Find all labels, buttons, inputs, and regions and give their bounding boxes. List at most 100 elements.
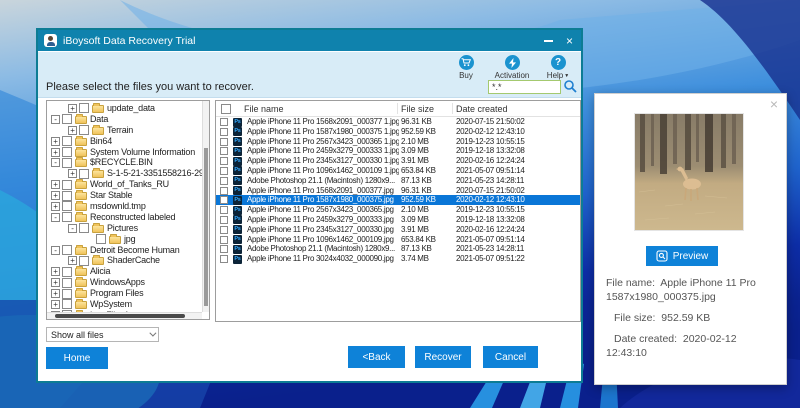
tree-item[interactable]: +World_of_Tanks_RU (47, 179, 202, 190)
folder-checkbox[interactable] (79, 169, 89, 179)
collapse-icon[interactable]: - (51, 158, 60, 167)
file-checkbox[interactable] (220, 177, 228, 185)
file-row[interactable]: PsApple iPhone 11 Pro 1587x1980_000375 1… (216, 127, 580, 137)
file-row[interactable]: PsApple iPhone 11 Pro 2345x3127_000330.j… (216, 225, 580, 235)
search-input[interactable] (488, 80, 561, 94)
tree-item[interactable]: +WindowsApps (47, 277, 202, 288)
folder-checkbox[interactable] (62, 136, 72, 146)
file-row[interactable]: PsApple iPhone 11 Pro 1568x2091_000377 1… (216, 117, 580, 127)
column-file-size[interactable]: File size (401, 104, 434, 114)
folder-checkbox[interactable] (62, 201, 72, 211)
tree-horizontal-scrollbar[interactable] (47, 312, 202, 319)
file-checkbox[interactable] (220, 128, 228, 136)
tree-item[interactable]: jpg (47, 234, 202, 245)
file-checkbox[interactable] (220, 245, 228, 253)
file-checkbox[interactable] (220, 157, 228, 165)
tree-item[interactable]: +Alicia (47, 266, 202, 277)
folder-checkbox[interactable] (62, 180, 72, 190)
folder-checkbox[interactable] (96, 234, 106, 244)
expand-icon[interactable]: + (68, 256, 77, 265)
folder-checkbox[interactable] (62, 158, 72, 168)
expand-icon[interactable]: + (51, 137, 60, 146)
folder-checkbox[interactable] (62, 191, 72, 201)
expand-icon[interactable]: + (68, 169, 77, 178)
file-row[interactable]: PsApple iPhone 11 Pro 2567x3423_000365.j… (216, 205, 580, 215)
file-row[interactable]: PsApple iPhone 11 Pro 3024x4032_000090.j… (216, 254, 580, 264)
preview-button[interactable]: Preview (646, 246, 718, 266)
select-all-checkbox[interactable] (221, 104, 231, 114)
home-button[interactable]: Home (46, 347, 108, 369)
tree-item[interactable]: +update_data (47, 103, 202, 114)
expand-icon[interactable]: + (51, 278, 60, 287)
buy-button[interactable]: Buy (447, 55, 485, 80)
tree-vertical-scrollbar[interactable] (202, 101, 209, 312)
tree-item[interactable]: +Bin64 (47, 136, 202, 147)
scrollbar-thumb[interactable] (55, 314, 185, 318)
file-checkbox[interactable] (220, 226, 228, 234)
file-checkbox[interactable] (220, 206, 228, 214)
tree-item[interactable]: +System Volume Information (47, 147, 202, 158)
activation-button[interactable]: Activation (493, 55, 531, 80)
collapse-icon[interactable]: - (51, 115, 60, 124)
expand-icon[interactable]: + (51, 289, 60, 298)
help-button[interactable]: ? Help▼ (539, 55, 577, 80)
tree-item[interactable]: -$RECYCLE.BIN (47, 157, 202, 168)
file-checkbox[interactable] (220, 196, 228, 204)
file-row[interactable]: PsApple iPhone 11 Pro 1568x2091_000377.j… (216, 186, 580, 196)
scrollbar-thumb[interactable] (204, 148, 208, 306)
column-file-name[interactable]: File name (244, 104, 284, 114)
folder-checkbox[interactable] (62, 278, 72, 288)
folder-checkbox[interactable] (62, 299, 72, 309)
expand-icon[interactable]: + (51, 180, 60, 189)
tree-item[interactable]: -Pictures (47, 223, 202, 234)
file-row[interactable]: PsApple iPhone 11 Pro 1096x1462_000109.j… (216, 235, 580, 245)
tree-item[interactable]: -Reconstructed labeled (47, 212, 202, 223)
tree-item[interactable]: +ShaderCache (47, 255, 202, 266)
folder-checkbox[interactable] (79, 256, 89, 266)
file-checkbox[interactable] (220, 216, 228, 224)
column-date-created[interactable]: Date created (456, 104, 508, 114)
folder-checkbox[interactable] (62, 267, 72, 277)
expand-icon[interactable]: + (68, 104, 77, 113)
file-checkbox[interactable] (220, 236, 228, 244)
tree-item[interactable]: -Detroit Become Human (47, 245, 202, 256)
file-row[interactable]: PsApple iPhone 11 Pro 2459x3279_000333 1… (216, 146, 580, 156)
expand-icon[interactable]: + (51, 191, 60, 200)
search-icon[interactable] (563, 79, 578, 94)
tree-item[interactable]: +S-1-5-21-3351558216-2905 (47, 168, 202, 179)
collapse-icon[interactable]: - (68, 224, 77, 233)
folder-checkbox[interactable] (62, 245, 72, 255)
file-checkbox[interactable] (220, 255, 228, 263)
collapse-icon[interactable]: - (51, 246, 60, 255)
file-checkbox[interactable] (220, 138, 228, 146)
file-checkbox[interactable] (220, 147, 228, 155)
tree-item[interactable]: +Program Files (47, 288, 202, 299)
collapse-icon[interactable]: - (51, 213, 60, 222)
tree-item[interactable]: +Star Stable (47, 190, 202, 201)
folder-checkbox[interactable] (62, 212, 72, 222)
tree-item[interactable]: +Terrain (47, 125, 202, 136)
file-checkbox[interactable] (220, 187, 228, 195)
folder-checkbox[interactable] (79, 125, 89, 135)
folder-checkbox[interactable] (79, 223, 89, 233)
recover-button[interactable]: Recover (415, 346, 471, 368)
file-checkbox[interactable] (220, 167, 228, 175)
file-row[interactable]: PsApple iPhone 11 Pro 2345x3127_000330 1… (216, 156, 580, 166)
file-row[interactable]: PsAdobe Photoshop 21.1 (Macintosh) 1280x… (216, 244, 580, 254)
file-row[interactable]: PsApple iPhone 11 Pro 2567x3423_000365 1… (216, 137, 580, 147)
tree-item[interactable]: +msdownld.tmp (47, 201, 202, 212)
file-row[interactable]: PsApple iPhone 11 Pro 1096x1462_000109 1… (216, 166, 580, 176)
expand-icon[interactable]: + (51, 267, 60, 276)
folder-checkbox[interactable] (62, 147, 72, 157)
expand-icon[interactable]: + (51, 300, 60, 309)
folder-checkbox[interactable] (62, 289, 72, 299)
back-button[interactable]: <Back (348, 346, 405, 368)
tree-item[interactable]: -Data (47, 114, 202, 125)
file-row[interactable]: PsAdobe Photoshop 21.1 (Macintosh) 1280x… (216, 176, 580, 186)
file-checkbox[interactable] (220, 118, 228, 126)
tree-item[interactable]: +WpSystem (47, 299, 202, 310)
folder-checkbox[interactable] (62, 114, 72, 124)
folder-checkbox[interactable] (79, 103, 89, 113)
expand-icon[interactable]: + (51, 202, 60, 211)
close-icon[interactable]: × (770, 97, 778, 111)
